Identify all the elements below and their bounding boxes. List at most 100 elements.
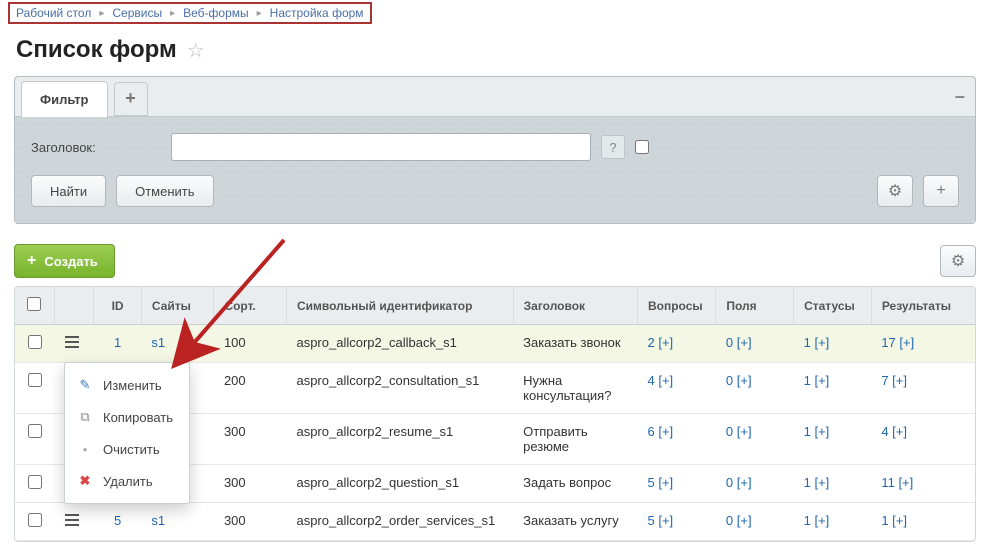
statuses-add-link[interactable]: [+] [814,513,829,528]
filter-settings-button[interactable]: ⚙ [877,175,913,207]
row-checkbox[interactable] [28,475,42,489]
breadcrumb-item[interactable]: Рабочий стол [16,6,91,20]
page-title: Список форм [16,36,177,64]
col-header-id[interactable]: ID [94,287,142,325]
cell-fields: 0 [+] [716,363,794,414]
questions-link[interactable]: 6 [647,424,654,439]
cell-statuses: 1 [+] [794,414,872,465]
table-row: 5s1300aspro_allcorp2_order_services_s1За… [15,503,975,541]
filter-title-input[interactable] [171,133,591,161]
ctx-edit[interactable]: ✎ Изменить [65,369,189,401]
fields-add-link[interactable]: [+] [737,424,752,439]
breadcrumb-item[interactable]: Сервисы [112,6,162,20]
statuses-add-link[interactable]: [+] [814,373,829,388]
fields-link[interactable]: 0 [726,513,733,528]
questions-link[interactable]: 5 [647,513,654,528]
filter-find-button[interactable]: Найти [31,175,106,207]
fields-link[interactable]: 0 [726,475,733,490]
row-checkbox[interactable] [28,373,42,387]
filter-collapse-button[interactable]: − [954,87,965,108]
col-header-fields[interactable]: Поля [716,287,794,325]
chevron-right-icon: ▸ [99,8,104,19]
fields-link[interactable]: 0 [726,373,733,388]
cell-symbol: aspro_allcorp2_question_s1 [286,465,513,503]
create-button-label: Создать [44,254,97,269]
questions-add-link[interactable]: [+] [658,424,673,439]
ctx-clear[interactable]: ● Очистить [65,433,189,465]
breadcrumb-highlight: Рабочий стол ▸ Сервисы ▸ Веб-формы ▸ Нас… [8,2,372,24]
questions-add-link[interactable]: [+] [658,335,673,350]
filter-add-tab[interactable]: + [114,82,148,116]
statuses-link[interactable]: 1 [804,373,811,388]
select-all-checkbox[interactable] [27,297,41,311]
questions-link[interactable]: 5 [647,475,654,490]
filter-cancel-button[interactable]: Отменить [116,175,213,207]
statuses-link[interactable]: 1 [804,475,811,490]
question-icon: ? [609,140,616,155]
site-link[interactable]: s1 [151,335,165,350]
filter-help-button[interactable]: ? [601,135,625,159]
cell-questions: 4 [+] [637,363,715,414]
questions-add-link[interactable]: [+] [658,373,673,388]
results-link[interactable]: 4 [881,424,888,439]
statuses-add-link[interactable]: [+] [814,335,829,350]
fields-add-link[interactable]: [+] [737,335,752,350]
results-add-link[interactable]: [+] [892,513,907,528]
results-add-link[interactable]: [+] [898,475,913,490]
row-menu-button[interactable] [65,513,83,527]
cell-site: s1 [141,503,214,541]
results-link[interactable]: 11 [881,475,895,490]
results-link[interactable]: 1 [881,513,888,528]
breadcrumb-item[interactable]: Настройка форм [270,6,364,20]
cell-sort: 100 [214,325,287,363]
results-link[interactable]: 17 [881,335,895,350]
cell-sort: 300 [214,465,287,503]
questions-link[interactable]: 4 [647,373,654,388]
results-add-link[interactable]: [+] [892,424,907,439]
create-button[interactable]: + Создать [14,244,115,278]
cell-questions: 6 [+] [637,414,715,465]
filter-tab[interactable]: Фильтр [21,81,108,117]
breadcrumb-item[interactable]: Веб-формы [183,6,249,20]
col-header-results[interactable]: Результаты [871,287,975,325]
statuses-add-link[interactable]: [+] [814,424,829,439]
col-header-statuses[interactable]: Статусы [794,287,872,325]
gear-icon: ⚙ [888,181,902,201]
grid-settings-button[interactable]: ⚙ [940,245,976,277]
id-link[interactable]: 1 [114,335,121,350]
results-link[interactable]: 7 [881,373,888,388]
filter-add-button[interactable]: + [923,175,959,207]
col-header-sites[interactable]: Сайты [141,287,214,325]
col-header-sort[interactable]: Сорт. [214,287,287,325]
id-link[interactable]: 5 [114,513,121,528]
questions-link[interactable]: 2 [647,335,654,350]
fields-link[interactable]: 0 [726,335,733,350]
row-checkbox[interactable] [28,335,42,349]
row-menu-button[interactable] [65,335,83,349]
clear-icon: ● [77,441,93,457]
statuses-add-link[interactable]: [+] [814,475,829,490]
favorite-star-icon[interactable]: ☆ [187,38,205,63]
ctx-delete[interactable]: ✖ Удалить [65,465,189,497]
questions-add-link[interactable]: [+] [658,513,673,528]
filter-checkbox[interactable] [635,140,649,154]
questions-add-link[interactable]: [+] [658,475,673,490]
statuses-link[interactable]: 1 [804,424,811,439]
results-add-link[interactable]: [+] [899,335,914,350]
row-checkbox[interactable] [28,513,42,527]
fields-link[interactable]: 0 [726,424,733,439]
statuses-link[interactable]: 1 [804,335,811,350]
col-header-symbol[interactable]: Символьный идентификатор [286,287,513,325]
row-checkbox[interactable] [28,424,42,438]
cell-questions: 5 [+] [637,465,715,503]
cell-symbol: aspro_allcorp2_callback_s1 [286,325,513,363]
ctx-copy[interactable]: ⧉ Копировать [65,401,189,433]
statuses-link[interactable]: 1 [804,513,811,528]
col-header-questions[interactable]: Вопросы [637,287,715,325]
fields-add-link[interactable]: [+] [737,475,752,490]
site-link[interactable]: s1 [151,513,165,528]
col-header-title[interactable]: Заголовок [513,287,637,325]
results-add-link[interactable]: [+] [892,373,907,388]
fields-add-link[interactable]: [+] [737,513,752,528]
fields-add-link[interactable]: [+] [737,373,752,388]
